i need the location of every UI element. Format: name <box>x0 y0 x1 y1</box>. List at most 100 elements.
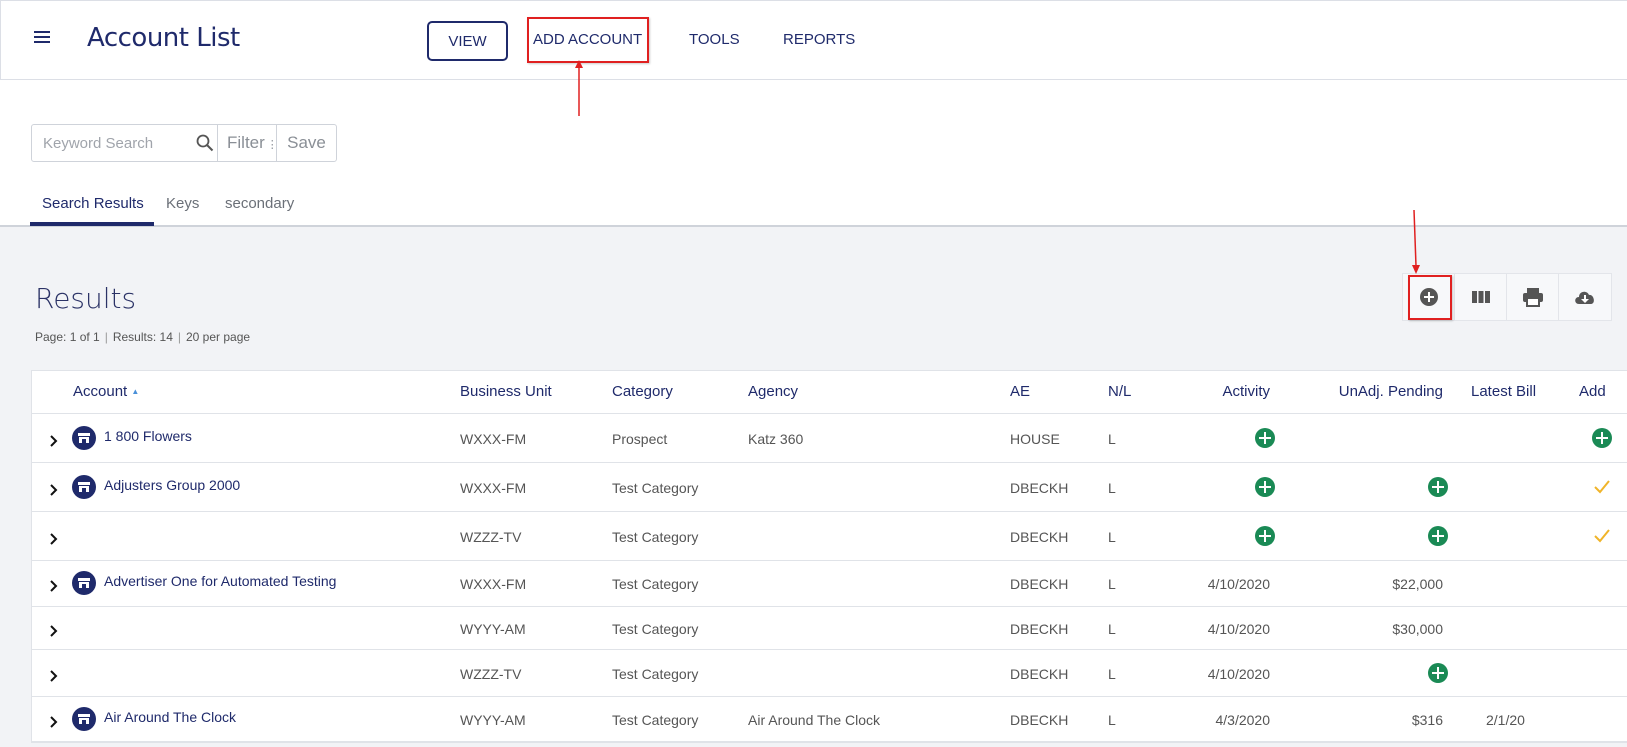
table-row[interactable]: Air Around The Clock WYYY-AM Test Category… <box>32 697 1627 742</box>
checkmark-icon <box>1594 480 1610 494</box>
add-column-button[interactable] <box>1403 274 1455 320</box>
business-unit-cell: WZZZ-TV <box>460 666 522 682</box>
latest-bill-cell: 2/1/20 <box>1486 712 1525 728</box>
account-name-link[interactable]: 1 800 Flowers <box>104 428 192 444</box>
expand-chevron-icon[interactable] <box>49 624 59 638</box>
expand-chevron-icon[interactable] <box>49 532 59 546</box>
nl-cell: L <box>1108 576 1116 592</box>
unadj-pending-cell: $22,000 <box>1392 576 1443 592</box>
add-activity-button[interactable] <box>1255 428 1275 448</box>
activity-date-cell: 4/3/2020 <box>1215 712 1271 728</box>
table-row[interactable]: WZZZ-TV Test Category DBECKH L <box>32 512 1627 561</box>
download-button[interactable] <box>1559 274 1611 320</box>
col-header-latest-bill[interactable]: Latest Bill <box>1471 383 1536 400</box>
activity-date-cell: 4/10/2020 <box>1207 666 1270 682</box>
print-icon <box>1522 288 1543 307</box>
account-name-link[interactable]: Advertiser One for Automated Testing <box>104 573 336 589</box>
business-unit-cell: WZZZ-TV <box>460 529 522 545</box>
nl-cell: L <box>1108 621 1116 637</box>
expand-chevron-icon[interactable] <box>49 483 59 497</box>
add-activity-button[interactable] <box>1255 477 1275 497</box>
col-header-unadj-pending[interactable]: UnAdj. Pending <box>1339 383 1443 400</box>
add-pending-button[interactable] <box>1428 663 1448 683</box>
tab-keys[interactable]: Keys <box>166 195 199 212</box>
ae-cell: DBECKH <box>1010 480 1069 496</box>
business-unit-cell: WYYY-AM <box>460 621 526 637</box>
business-unit-cell: WXXX-FM <box>460 576 527 592</box>
nl-cell: L <box>1108 431 1116 447</box>
col-header-activity[interactable]: Activity <box>1222 383 1270 400</box>
hamburger-menu-icon[interactable] <box>34 31 50 45</box>
category-cell: Test Category <box>612 621 699 637</box>
unadj-pending-cell: $316 <box>1411 712 1443 728</box>
tab-search-results[interactable]: Search Results <box>42 195 144 212</box>
col-header-business-unit[interactable]: Business Unit <box>460 383 552 400</box>
reports-button[interactable]: REPORTS <box>783 21 855 61</box>
expand-chevron-icon[interactable] <box>49 715 59 729</box>
account-name-link[interactable]: Adjusters Group 2000 <box>104 477 240 493</box>
table-row[interactable]: Advertiser One for Automated Testing WXXX… <box>32 561 1627 607</box>
add-account-button[interactable]: ADD ACCOUNT <box>533 21 642 61</box>
results-toolbar <box>1402 273 1612 321</box>
category-cell: Test Category <box>612 712 699 728</box>
table-row[interactable]: WZZZ-TV Test Category DBECKH L 4/10/2020 <box>32 650 1627 697</box>
add-button[interactable] <box>1592 428 1612 448</box>
results-title: Results <box>35 282 137 315</box>
agency-cell: Katz 360 <box>748 431 804 447</box>
col-header-ae[interactable]: AE <box>1010 383 1030 400</box>
add-pending-button[interactable] <box>1428 477 1448 497</box>
results-count: Results: 14 <box>112 330 173 344</box>
filter-button[interactable]: Filter ⋮ <box>218 125 277 161</box>
search-icon[interactable] <box>196 134 214 152</box>
table-header: Account ▲ Business Unit Category Agency … <box>32 371 1627 414</box>
save-search-button[interactable]: Save <box>277 125 336 161</box>
add-circle-icon <box>1419 288 1438 306</box>
table-row[interactable]: Adjusters Group 2000 WXXX-FM Test Category… <box>32 463 1627 512</box>
pagination-info: Page: 1 of 1 | Results: 14 | 20 per page <box>35 330 251 344</box>
keyword-search-input[interactable] <box>32 125 218 161</box>
cloud-download-icon <box>1575 291 1594 304</box>
ae-cell: DBECKH <box>1010 712 1069 728</box>
view-button[interactable]: VIEW <box>427 21 508 61</box>
tab-secondary[interactable]: secondary <box>225 195 294 212</box>
business-unit-cell: WYYY-AM <box>460 712 526 728</box>
category-cell: Test Category <box>612 480 699 496</box>
col-header-agency[interactable]: Agency <box>748 383 798 400</box>
tools-button[interactable]: TOOLS <box>689 21 740 61</box>
store-icon <box>72 571 96 595</box>
add-pending-button[interactable] <box>1428 526 1448 546</box>
ae-cell: DBECKH <box>1010 621 1069 637</box>
ae-cell: DBECKH <box>1010 576 1069 592</box>
store-icon <box>72 707 96 731</box>
activity-date-cell: 4/10/2020 <box>1207 621 1270 637</box>
expand-chevron-icon[interactable] <box>49 579 59 593</box>
agency-cell: Air Around The Clock <box>748 712 881 728</box>
activity-date-cell: 4/10/2020 <box>1207 576 1270 592</box>
nl-cell: L <box>1108 529 1116 545</box>
results-tabs: Search Results Keys secondary <box>0 187 1627 227</box>
category-cell: Test Category <box>612 529 699 545</box>
columns-button[interactable] <box>1455 274 1507 320</box>
expand-chevron-icon[interactable] <box>49 434 59 448</box>
col-header-add[interactable]: Add <box>1579 383 1606 400</box>
col-header-account[interactable]: Account ▲ <box>73 383 139 400</box>
active-tab-indicator <box>30 222 154 226</box>
add-activity-button[interactable] <box>1255 526 1275 546</box>
table-row[interactable]: 1 800 Flowers WXXX-FM Prospect Katz 360 HOUS… <box>32 414 1627 463</box>
per-page-selector[interactable]: 20 per page <box>186 330 250 344</box>
page-title: Account List <box>87 23 240 53</box>
accounts-table: Account ▲ Business Unit Category Agency … <box>31 370 1627 743</box>
table-row[interactable]: WYYY-AM Test Category DBECKH L 4/10/2020 $30,… <box>32 607 1627 650</box>
col-header-category[interactable]: Category <box>612 383 673 400</box>
store-icon <box>72 426 96 450</box>
category-cell: Prospect <box>612 431 668 447</box>
nl-cell: L <box>1108 712 1116 728</box>
filter-dropdown-icon: ⋮ <box>266 139 277 151</box>
unadj-pending-cell: $30,000 <box>1392 621 1443 637</box>
columns-icon <box>1471 291 1490 303</box>
expand-chevron-icon[interactable] <box>49 669 59 683</box>
col-header-nl[interactable]: N/L <box>1108 383 1131 400</box>
account-name-link[interactable]: Air Around The Clock <box>104 709 236 725</box>
print-button[interactable] <box>1507 274 1559 320</box>
category-cell: Test Category <box>612 576 699 592</box>
